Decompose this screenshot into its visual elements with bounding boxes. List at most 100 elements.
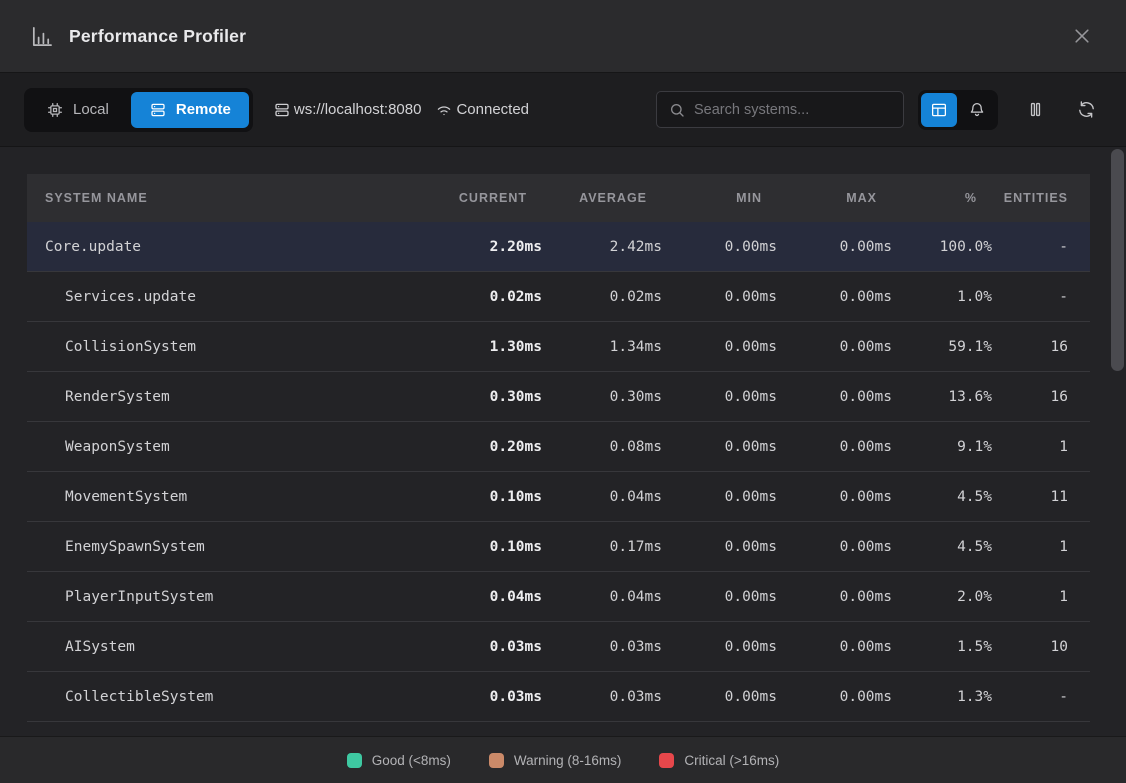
table-row[interactable]: Core.update 2.20ms 2.42ms 0.00ms 0.00ms … [27, 222, 1090, 272]
row-current: 0.02ms [422, 289, 542, 305]
row-min: 0.00ms [662, 589, 777, 605]
row-max: 0.00ms [777, 639, 892, 655]
row-min: 0.00ms [662, 539, 777, 555]
legend-label: Warning (8-16ms) [514, 753, 622, 768]
systems-table: SYSTEM NAME CURRENT AVERAGE MIN MAX % EN… [27, 174, 1090, 722]
connection-status-group: Connected [435, 101, 529, 119]
table-row[interactable]: CollectibleSystem 0.03ms 0.03ms 0.00ms 0… [27, 672, 1090, 722]
table-body: Core.update 2.20ms 2.42ms 0.00ms 0.00ms … [27, 222, 1090, 722]
row-average: 0.03ms [542, 689, 662, 705]
row-entities: 16 [992, 339, 1090, 355]
row-max: 0.00ms [777, 689, 892, 705]
pause-icon [1026, 100, 1045, 119]
close-button[interactable] [1068, 22, 1096, 50]
wifi-icon [435, 101, 453, 119]
window-title: Performance Profiler [69, 26, 1068, 47]
table-row[interactable]: PlayerInputSystem 0.04ms 0.04ms 0.00ms 0… [27, 572, 1090, 622]
table-row[interactable]: Services.update 0.02ms 0.02ms 0.00ms 0.0… [27, 272, 1090, 322]
row-current: 0.30ms [422, 389, 542, 405]
row-min: 0.00ms [662, 289, 777, 305]
row-percent: 9.1% [892, 439, 992, 455]
row-entities: 11 [992, 489, 1090, 505]
table-row[interactable]: WeaponSystem 0.20ms 0.08ms 0.00ms 0.00ms… [27, 422, 1090, 472]
column-header-entities[interactable]: ENTITIES [992, 191, 1090, 205]
row-average: 0.04ms [542, 589, 662, 605]
row-percent: 2.0% [892, 589, 992, 605]
refresh-button[interactable] [1071, 94, 1102, 125]
row-system-name: PlayerInputSystem [27, 589, 422, 605]
row-current: 2.20ms [422, 239, 542, 255]
server-icon [273, 101, 291, 119]
content-area: SYSTEM NAME CURRENT AVERAGE MIN MAX % EN… [0, 147, 1126, 736]
column-header-system-name[interactable]: SYSTEM NAME [27, 191, 422, 205]
table-icon [930, 101, 948, 119]
row-average: 0.08ms [542, 439, 662, 455]
row-min: 0.00ms [662, 639, 777, 655]
row-entities: - [992, 289, 1090, 305]
table-row[interactable]: RenderSystem 0.30ms 0.30ms 0.00ms 0.00ms… [27, 372, 1090, 422]
row-max: 0.00ms [777, 389, 892, 405]
connection-url: ws://localhost:8080 [294, 101, 422, 118]
legend: Good (<8ms) Warning (8-16ms) Critical (>… [0, 736, 1126, 783]
row-min: 0.00ms [662, 689, 777, 705]
table-row[interactable]: EnemySpawnSystem 0.10ms 0.17ms 0.00ms 0.… [27, 522, 1090, 572]
pause-button[interactable] [1020, 94, 1051, 125]
column-header-current[interactable]: CURRENT [422, 191, 542, 205]
row-system-name: RenderSystem [27, 389, 422, 405]
mode-toggle-group: Local Remote [24, 88, 253, 132]
toolbar: Local Remote ws://localhost:8080 [0, 73, 1126, 147]
alerts-button[interactable] [959, 93, 995, 127]
row-percent: 1.0% [892, 289, 992, 305]
row-percent: 100.0% [892, 239, 992, 255]
row-percent: 4.5% [892, 539, 992, 555]
connection-url-group: ws://localhost:8080 [273, 101, 422, 119]
row-max: 0.00ms [777, 439, 892, 455]
row-max: 0.00ms [777, 239, 892, 255]
row-current: 0.10ms [422, 489, 542, 505]
row-average: 0.17ms [542, 539, 662, 555]
table-row[interactable]: MovementSystem 0.10ms 0.04ms 0.00ms 0.00… [27, 472, 1090, 522]
row-current: 0.20ms [422, 439, 542, 455]
bar-chart-icon [30, 25, 53, 48]
legend-swatch [489, 753, 504, 768]
table-view-button[interactable] [921, 93, 957, 127]
refresh-icon [1077, 100, 1096, 119]
row-entities: 1 [992, 589, 1090, 605]
connection-status: Connected [456, 101, 529, 118]
row-entities: 10 [992, 639, 1090, 655]
remote-mode-label: Remote [176, 101, 231, 118]
row-min: 0.00ms [662, 389, 777, 405]
column-header-min[interactable]: MIN [662, 191, 777, 205]
column-header-average[interactable]: AVERAGE [542, 191, 662, 205]
remote-mode-button[interactable]: Remote [131, 92, 249, 128]
row-entities: 16 [992, 389, 1090, 405]
row-entities: - [992, 239, 1090, 255]
search-box [656, 91, 904, 128]
row-percent: 13.6% [892, 389, 992, 405]
row-system-name: Core.update [27, 239, 422, 255]
row-percent: 1.3% [892, 689, 992, 705]
view-toggle-group [918, 90, 998, 130]
column-header-percent[interactable]: % [892, 191, 992, 205]
row-min: 0.00ms [662, 489, 777, 505]
legend-swatch [659, 753, 674, 768]
row-current: 0.04ms [422, 589, 542, 605]
row-entities: 1 [992, 439, 1090, 455]
search-input[interactable] [694, 102, 891, 118]
row-percent: 59.1% [892, 339, 992, 355]
scrollbar-thumb[interactable] [1111, 149, 1124, 371]
local-mode-button[interactable]: Local [28, 92, 127, 128]
row-entities: 1 [992, 539, 1090, 555]
column-header-max[interactable]: MAX [777, 191, 892, 205]
scrollbar[interactable] [1110, 147, 1124, 736]
row-min: 0.00ms [662, 239, 777, 255]
row-system-name: EnemySpawnSystem [27, 539, 422, 555]
table-row[interactable]: CollisionSystem 1.30ms 1.34ms 0.00ms 0.0… [27, 322, 1090, 372]
row-current: 1.30ms [422, 339, 542, 355]
row-system-name: AISystem [27, 639, 422, 655]
local-mode-label: Local [73, 101, 109, 118]
row-min: 0.00ms [662, 439, 777, 455]
table-header: SYSTEM NAME CURRENT AVERAGE MIN MAX % EN… [27, 174, 1090, 222]
row-system-name: WeaponSystem [27, 439, 422, 455]
table-row[interactable]: AISystem 0.03ms 0.03ms 0.00ms 0.00ms 1.5… [27, 622, 1090, 672]
